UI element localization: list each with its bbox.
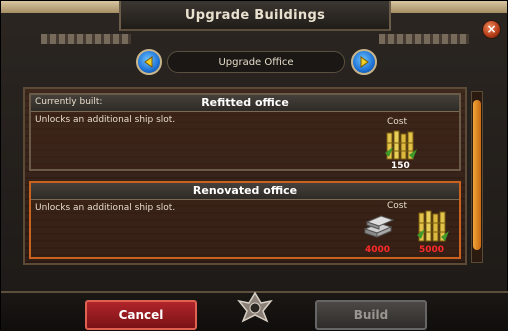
- cost-amount: 4000: [365, 245, 391, 255]
- chain-decoration-left: [41, 34, 131, 44]
- top-right-ornament: [389, 1, 507, 13]
- upgrade-card-header: Renovated office: [31, 183, 459, 200]
- upgrade-card-selected[interactable]: Renovated office Unlocks an additional s…: [29, 181, 461, 259]
- upgrade-name: Refitted office: [201, 96, 289, 109]
- prev-building-button[interactable]: [136, 49, 162, 75]
- cost-label: Cost: [387, 201, 408, 211]
- metal-ingots-icon: [363, 215, 395, 238]
- upgrade-card-header: Currently built: Refitted office: [31, 95, 459, 112]
- cancel-button[interactable]: Cancel: [85, 300, 197, 330]
- upgrade-description: Unlocks an additional ship slot.: [35, 115, 176, 125]
- scrollbar-thumb[interactable]: [473, 100, 481, 250]
- cost-amount: 150: [391, 161, 410, 171]
- upgrade-dialog: Upgrade Buildings × Upgrade Office Curre…: [0, 0, 508, 331]
- top-left-ornament: [1, 1, 119, 13]
- build-button[interactable]: Build: [315, 300, 427, 330]
- crest-emblem-icon: [237, 291, 273, 323]
- bamboo-icon: [417, 210, 449, 242]
- bamboo-icon: [385, 130, 417, 160]
- arrow-left-icon: [144, 56, 153, 68]
- building-name: Upgrade Office: [167, 51, 345, 73]
- chain-decoration-right: [379, 34, 469, 44]
- scrollbar[interactable]: [471, 91, 483, 263]
- upgrade-card-current[interactable]: Currently built: Refitted office Unlocks…: [29, 93, 461, 171]
- arrow-right-icon: [360, 56, 369, 68]
- upgrade-description: Unlocks an additional ship slot.: [35, 203, 176, 213]
- next-building-button[interactable]: [351, 49, 377, 75]
- cost-label: Cost: [387, 117, 408, 127]
- window-title: Upgrade Buildings: [119, 1, 391, 31]
- upgrade-list: Currently built: Refitted office Unlocks…: [23, 87, 467, 265]
- upgrade-name: Renovated office: [192, 184, 298, 197]
- cost-amount: 5000: [419, 245, 445, 255]
- close-icon[interactable]: ×: [482, 20, 501, 39]
